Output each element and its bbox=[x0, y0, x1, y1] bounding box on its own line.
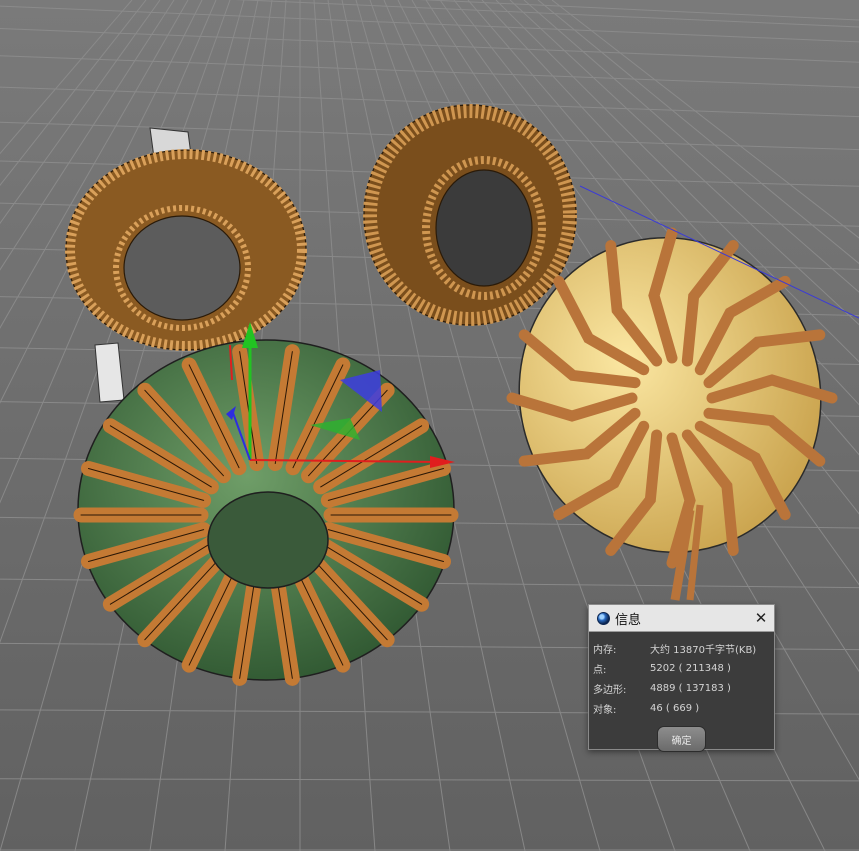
ok-button[interactable]: 确定 bbox=[657, 726, 706, 752]
memory-label: 内存: bbox=[593, 644, 617, 656]
points-label: 点: bbox=[593, 664, 607, 676]
cinema4d-app-icon bbox=[597, 611, 610, 625]
objects-label: 对象: bbox=[593, 704, 617, 716]
memory-value: 大约 13870千字节(KB) bbox=[650, 644, 757, 656]
points-value: 5202 ( 211348 ) bbox=[650, 662, 731, 674]
info-dialog: 信息 ✕ 内存: 大约 13870千字节(KB) 点: 5202 ( 21134… bbox=[588, 604, 775, 752]
dialog-title: 信息 bbox=[615, 612, 642, 628]
info-row-objects: 对象: 46 ( 669 ) bbox=[593, 698, 770, 718]
info-row-memory: 内存: 大约 13870千字节(KB) bbox=[593, 638, 770, 658]
polygons-value: 4889 ( 137183 ) bbox=[650, 682, 731, 694]
polygons-label: 多边形: bbox=[593, 684, 627, 696]
dialog-titlebar[interactable]: 信息 ✕ bbox=[589, 605, 774, 632]
toroid-green-large[interactable] bbox=[73, 339, 459, 686]
dialog-button-row: 确定 bbox=[593, 726, 770, 752]
info-row-points: 点: 5202 ( 211348 ) bbox=[593, 658, 770, 678]
close-icon[interactable]: ✕ bbox=[748, 605, 774, 631]
info-row-polygons: 多边形: 4889 ( 137183 ) bbox=[593, 678, 770, 698]
toroid-small-right[interactable] bbox=[363, 104, 577, 326]
objects-value: 46 ( 669 ) bbox=[650, 702, 700, 714]
dialog-body: 内存: 大约 13870千字节(KB) 点: 5202 ( 211348 ) 多… bbox=[589, 632, 774, 752]
